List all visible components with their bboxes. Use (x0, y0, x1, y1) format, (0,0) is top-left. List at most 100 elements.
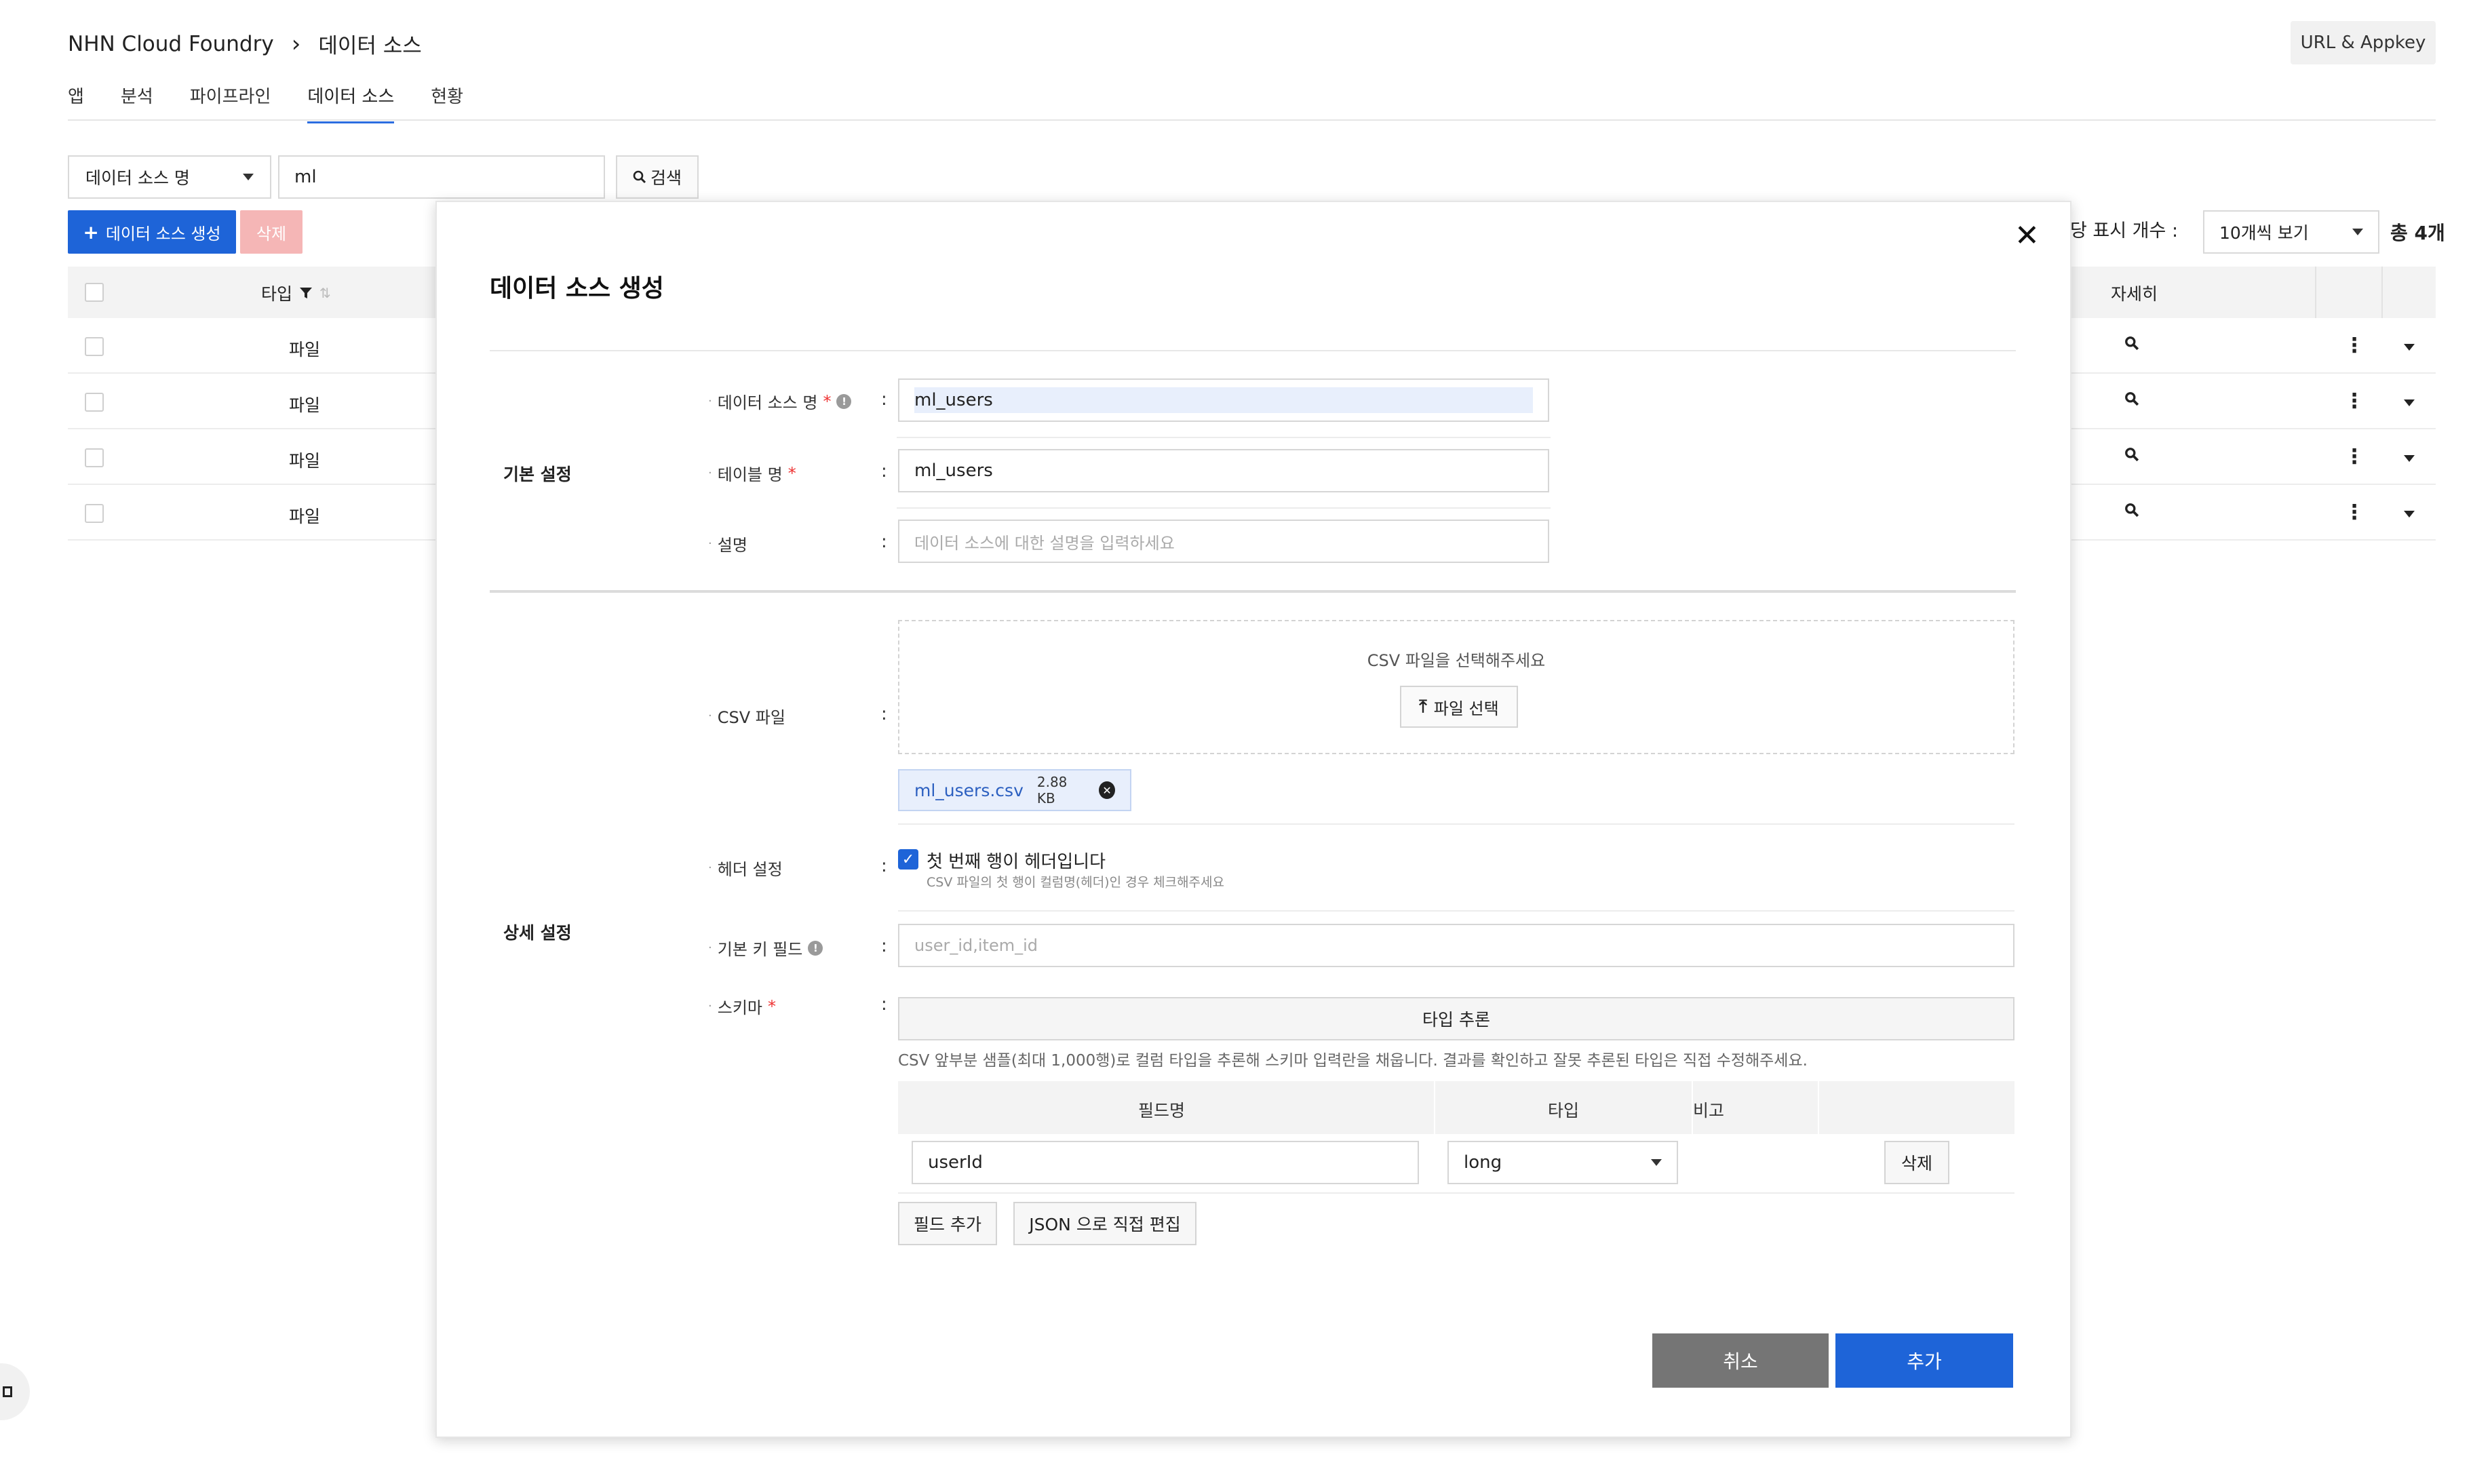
schema-col-type: 타입 (1548, 1101, 1580, 1120)
column-divider (1434, 1081, 1435, 1134)
search-button[interactable]: 검색 (616, 155, 699, 199)
required-mark: * (767, 996, 776, 1016)
expand-caret-icon[interactable] (2404, 511, 2415, 518)
info-icon[interactable]: ! (836, 393, 852, 409)
schema-row-delete-button[interactable]: 삭제 (1884, 1141, 1949, 1184)
bullet: · (708, 394, 712, 408)
detail-search-icon[interactable] (2124, 335, 2139, 355)
search-button-label: 검색 (650, 168, 682, 188)
more-vertical-icon[interactable]: ⋮ (2344, 334, 2364, 357)
search-field-select[interactable]: 데이터 소스 명 (68, 155, 271, 199)
column-divider (1818, 1081, 1819, 1134)
url-appkey-button[interactable]: URL & Appkey (2291, 21, 2436, 64)
more-vertical-icon[interactable]: ⋮ (2344, 389, 2364, 413)
bullet: · (708, 536, 712, 551)
per-page-label: 당 표시 개수 : (2070, 220, 2179, 241)
header-setting-label: 헤더 설정 (717, 860, 783, 879)
column-divider (1692, 1081, 1693, 1134)
csv-label-row: · CSV 파일 (708, 704, 785, 728)
breadcrumb-root[interactable]: NHN Cloud Foundry (68, 32, 274, 56)
detail-search-icon[interactable] (2124, 502, 2139, 522)
header-checkbox-label[interactable]: 첫 번째 행이 헤더입니다 (927, 848, 1106, 873)
per-page-select[interactable]: 10개씩 보기 (2203, 210, 2379, 254)
total-count: 총 4개 (2390, 222, 2445, 244)
create-datasource-button[interactable]: + 데이터 소스 생성 (68, 210, 236, 254)
header-setting-label-row: · 헤더 설정 (708, 856, 783, 880)
schema-label: 스키마 (717, 998, 762, 1017)
select-all-checkbox[interactable] (85, 283, 104, 302)
detail-search-icon[interactable] (2124, 391, 2139, 411)
type-column-label: 타입 (261, 284, 293, 304)
description-label: 설명 (717, 536, 747, 555)
colon: : (881, 704, 887, 724)
bullet: · (708, 466, 712, 480)
expand-caret-icon[interactable] (2404, 344, 2415, 351)
breadcrumb: NHN Cloud Foundry › 데이터 소스 (68, 28, 422, 59)
tab-status[interactable]: 현황 (431, 83, 463, 123)
floating-side-button[interactable] (0, 1363, 30, 1420)
schema-field-input[interactable]: userId (912, 1141, 1419, 1184)
table-name-label: 테이블 명 (717, 465, 783, 484)
modal-divider (490, 350, 2016, 351)
description-label-row: · 설명 (708, 532, 747, 555)
tab-app[interactable]: 앱 (68, 83, 84, 123)
description-input[interactable]: 데이터 소스에 대한 설명을 입력하세요 (898, 520, 1549, 563)
json-edit-button[interactable]: JSON 으로 직접 편집 (1013, 1202, 1196, 1245)
row-checkbox[interactable] (85, 393, 104, 412)
expand-caret-icon[interactable] (2404, 455, 2415, 462)
tab-datasource[interactable]: 데이터 소스 (307, 83, 395, 123)
infer-note: CSV 앞부분 샘플(최대 1,000행)로 컬럼 타입을 추론해 스키마 입력… (898, 1052, 1808, 1070)
datasource-name-input[interactable]: ml_users (898, 378, 1549, 422)
header-hint: CSV 파일의 첫 행이 컬럼명(헤더)인 경우 체크해주세요 (927, 875, 1224, 890)
caret-down-icon (243, 174, 254, 180)
close-icon[interactable]: ✕ (2014, 221, 2040, 251)
type-column-header[interactable]: 타입 ⇅ (261, 281, 331, 305)
datasource-name-value: ml_users (914, 387, 1533, 413)
more-vertical-icon[interactable]: ⋮ (2344, 501, 2364, 524)
row-divider (898, 910, 2014, 912)
add-field-button[interactable]: 필드 추가 (898, 1202, 997, 1245)
colon: : (881, 532, 887, 552)
sort-icon[interactable]: ⇅ (319, 285, 331, 301)
row-divider (897, 437, 1551, 438)
datasource-name-label: 데이터 소스 명 (717, 393, 818, 412)
row-type: 파일 (289, 451, 321, 471)
caret-down-icon (2352, 229, 2363, 235)
schema-col-field: 필드명 (1138, 1101, 1186, 1120)
pk-label: 기본 키 필드 (717, 940, 803, 959)
schema-type-select[interactable]: long (1447, 1141, 1678, 1184)
row-checkbox[interactable] (85, 448, 104, 467)
remove-file-icon[interactable]: ✕ (1099, 781, 1115, 799)
file-select-button[interactable]: ⤒ 파일 선택 (1400, 686, 1518, 728)
search-icon (633, 170, 646, 184)
basic-section-label: 기본 설정 (503, 465, 572, 484)
more-vertical-icon[interactable]: ⋮ (2344, 445, 2364, 469)
row-type: 파일 (289, 340, 321, 359)
csv-file-label: CSV 파일 (717, 708, 785, 727)
row-checkbox[interactable] (85, 337, 104, 356)
breadcrumb-current: 데이터 소스 (318, 34, 422, 58)
add-button[interactable]: 추가 (1835, 1333, 2013, 1388)
tab-analysis[interactable]: 분석 (121, 83, 153, 123)
pk-input[interactable]: user_id,item_id (898, 924, 2014, 967)
delete-button[interactable]: 삭제 (240, 210, 303, 254)
window-icon (3, 1386, 12, 1397)
info-icon[interactable]: ! (808, 940, 823, 956)
colon: : (881, 936, 887, 956)
infer-type-button[interactable]: 타입 추론 (898, 997, 2014, 1040)
detail-section-label: 상세 설정 (503, 923, 572, 943)
row-checkbox[interactable] (85, 504, 104, 523)
detail-search-icon[interactable] (2124, 446, 2139, 467)
main-tabs: 앱 분석 파이프라인 데이터 소스 현황 (68, 83, 463, 123)
schema-type-value: long (1464, 1152, 1502, 1173)
cancel-button[interactable]: 취소 (1652, 1333, 1829, 1388)
expand-caret-icon[interactable] (2404, 399, 2415, 406)
datasource-name-label-row: · 데이터 소스 명 * ! (708, 389, 852, 413)
table-name-input[interactable]: ml_users (898, 449, 1549, 492)
modal-title: 데이터 소스 생성 (490, 275, 664, 302)
plus-icon: + (83, 220, 99, 243)
search-input[interactable]: ml (278, 155, 605, 199)
tab-pipeline[interactable]: 파이프라인 (190, 83, 271, 123)
filter-icon[interactable] (299, 286, 313, 300)
header-checkbox[interactable]: ✓ (898, 849, 918, 870)
